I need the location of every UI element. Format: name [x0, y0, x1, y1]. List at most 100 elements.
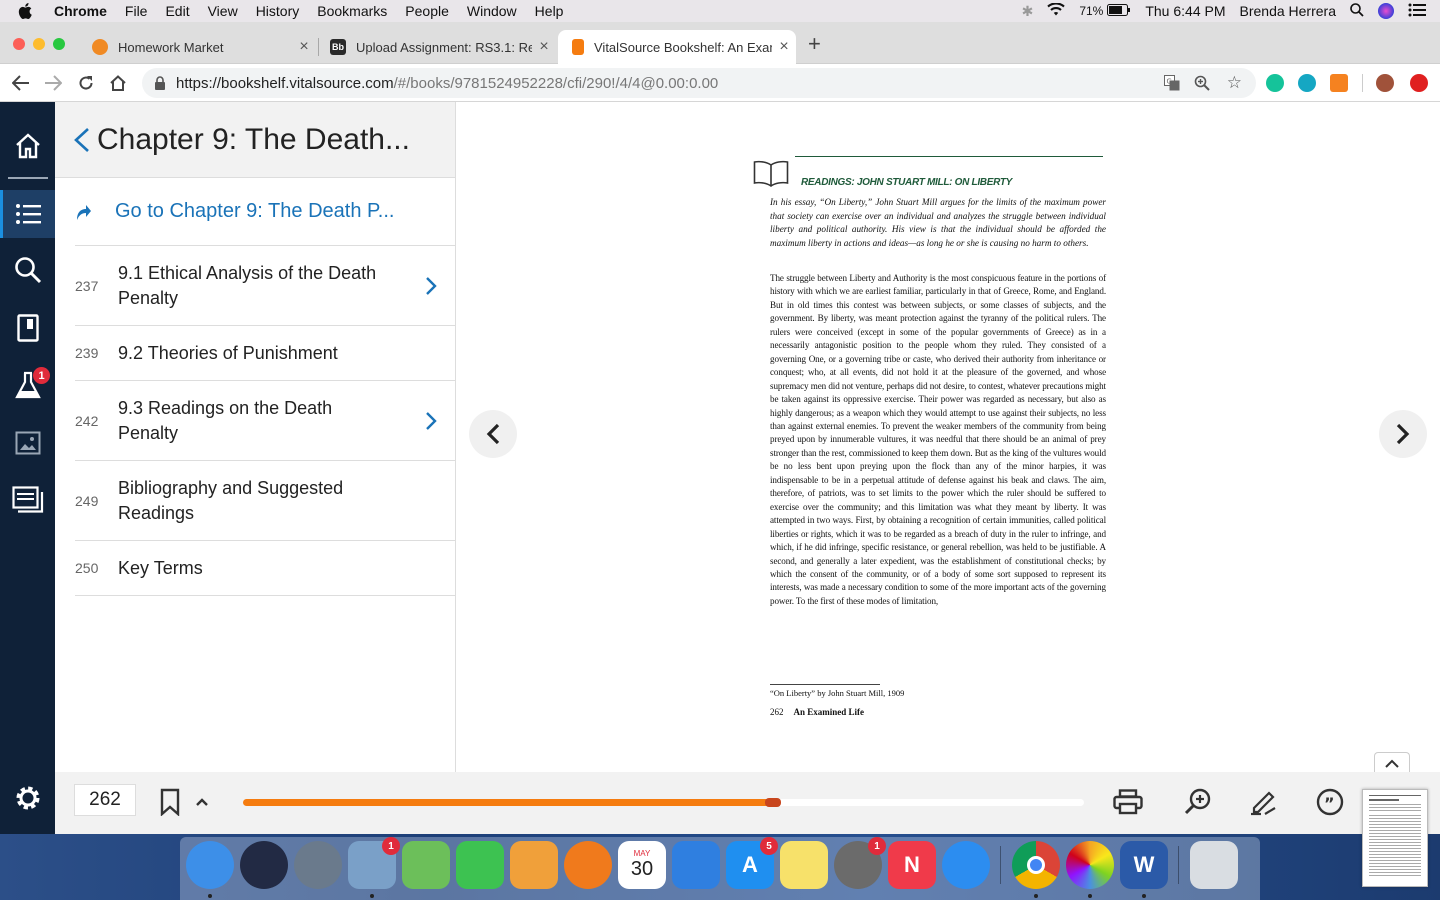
address-bar[interactable]: https://bookshelf.vitalsource.com/#/book… [142, 68, 1256, 98]
dock-news-icon[interactable]: N [888, 841, 936, 889]
dock-calendar-icon[interactable]: MAY 30 [618, 841, 666, 889]
dock-mail-stamp-icon[interactable]: 1 [348, 837, 400, 889]
update-alert-icon[interactable] [1410, 74, 1428, 92]
bookmark-icon[interactable] [159, 787, 181, 817]
dock-photos-icon[interactable] [1066, 841, 1114, 889]
calendar-day: 30 [630, 858, 654, 880]
dock-running-indicator [1142, 894, 1146, 898]
print-icon[interactable] [1113, 787, 1143, 817]
nav-flashcards[interactable] [0, 304, 55, 352]
chrome-center [1027, 856, 1045, 874]
dock-books-icon[interactable] [564, 841, 612, 889]
page-thumbnail[interactable] [1362, 789, 1428, 887]
book-page[interactable]: READINGS: JOHN STUART MILL: ON LIBERTY I… [753, 154, 1107, 774]
new-tab-plus-icon[interactable]: + [808, 30, 821, 58]
grammarly-extension-icon[interactable] [1266, 74, 1284, 92]
dock-facetime-icon[interactable] [456, 841, 504, 889]
menu-window[interactable]: Window [467, 3, 517, 19]
toc-row[interactable]: 239 9.2 Theories of Punishment [75, 326, 455, 381]
dock-chrome-icon[interactable] [1012, 841, 1060, 889]
dock-keynote-icon[interactable] [672, 841, 720, 889]
tab-homework-market[interactable]: Homework Market × [80, 30, 316, 64]
bookmark-star-icon[interactable]: ☆ [1227, 73, 1242, 93]
chevron-left-icon[interactable] [73, 127, 91, 153]
dock-safari-icon[interactable] [942, 841, 990, 889]
tab-close-icon[interactable]: × [772, 38, 796, 56]
spotlight-search-icon[interactable] [1350, 2, 1364, 20]
window-close-button[interactable] [13, 38, 25, 50]
nav-home[interactable] [0, 122, 55, 170]
nav-settings[interactable] [0, 774, 55, 822]
reading-body-text: The struggle between Liberty and Authori… [770, 273, 1106, 606]
tab-close-icon[interactable]: × [532, 38, 556, 56]
zoom-in-icon[interactable] [1183, 787, 1213, 817]
tab-upload-assignment[interactable]: Bb Upload Assignment: RS3.1: Rea × [318, 30, 556, 64]
nav-search[interactable] [0, 246, 55, 294]
toc-row[interactable]: 250 Key Terms [75, 541, 455, 596]
notification-center-icon[interactable] [1408, 3, 1426, 20]
menu-file[interactable]: File [125, 3, 148, 19]
toc-list-icon [16, 204, 41, 224]
menu-help[interactable]: Help [535, 3, 564, 19]
nav-notes[interactable] [0, 476, 55, 524]
wifi-icon[interactable] [1047, 2, 1066, 19]
nav-divider [8, 177, 48, 179]
menu-bookmarks[interactable]: Bookmarks [317, 3, 387, 19]
clock[interactable]: Thu 6:44 PM [1145, 3, 1225, 19]
menu-people[interactable]: People [405, 3, 449, 19]
dock-finder-icon[interactable] [186, 841, 234, 889]
chevron-right-icon[interactable] [425, 276, 437, 296]
siri-icon[interactable] [1378, 3, 1394, 19]
dock-notes-icon[interactable] [780, 841, 828, 889]
chevron-up-icon[interactable] [191, 787, 213, 817]
profile-avatar[interactable] [1376, 74, 1394, 92]
menu-app-name[interactable]: Chrome [54, 3, 107, 19]
back-arrow-icon[interactable] [8, 70, 34, 96]
dock-siri-icon[interactable] [240, 841, 288, 889]
progress-handle[interactable] [764, 798, 781, 807]
previous-page-button[interactable] [469, 410, 517, 458]
grammarly-green-extension-icon[interactable] [1298, 74, 1316, 92]
battery-icon[interactable] [1107, 3, 1131, 19]
menu-edit[interactable]: Edit [165, 3, 189, 19]
chevron-right-icon[interactable] [425, 411, 437, 431]
window-maximize-button[interactable] [53, 38, 65, 50]
dock-maps-icon[interactable] [402, 841, 450, 889]
toolbar-divider [1362, 74, 1363, 92]
dock-word-icon[interactable]: W [1120, 841, 1168, 889]
translate-icon[interactable]: G [1164, 75, 1180, 95]
dock-pages-doc-icon[interactable] [510, 841, 558, 889]
toc-row[interactable]: 249 Bibliography and Suggested Readings [75, 461, 455, 541]
tab-close-icon[interactable]: × [292, 38, 316, 56]
menu-history[interactable]: History [256, 3, 300, 19]
nav-lab[interactable]: 1 [0, 361, 55, 409]
reading-progress-slider[interactable] [243, 798, 1084, 807]
zoom-icon[interactable] [1194, 75, 1210, 95]
dock-launchpad-icon[interactable] [294, 841, 342, 889]
honey-extension-icon[interactable] [1330, 74, 1348, 92]
forward-arrow-icon[interactable] [40, 70, 66, 96]
reload-icon[interactable] [73, 70, 99, 96]
dock-trash-icon[interactable] [1190, 841, 1238, 889]
apple-menu-icon[interactable] [18, 3, 36, 19]
highlighter-icon[interactable] [1248, 787, 1278, 817]
tab-vitalsource-active[interactable]: VitalSource Bookshelf: An Exam × [558, 30, 796, 64]
citation-quote-icon[interactable]: ” [1315, 787, 1345, 817]
home-icon[interactable] [105, 70, 131, 96]
dock-system-preferences-icon[interactable]: 1 [834, 837, 886, 889]
page-number-input[interactable]: 262 [74, 784, 136, 816]
nav-figures[interactable] [0, 419, 55, 467]
window-minimize-button[interactable] [33, 38, 45, 50]
toc-row[interactable]: 242 9.3 Readings on the Death Penalty [75, 381, 455, 461]
dock-app-store-icon[interactable]: A5 [726, 837, 778, 889]
nav-table-of-contents[interactable] [0, 190, 55, 238]
go-to-chapter-link[interactable]: Go to Chapter 9: The Death P... [75, 178, 455, 246]
menu-view[interactable]: View [208, 3, 238, 19]
expand-thumbnails-button[interactable] [1374, 752, 1410, 774]
next-page-button[interactable] [1379, 410, 1427, 458]
printed-page-number: 262 [770, 707, 784, 717]
toc-row[interactable]: 237 9.1 Ethical Analysis of the Death Pe… [75, 246, 455, 326]
toc-page-number: 237 [75, 277, 99, 294]
bluetooth-icon[interactable]: ✱ [1022, 3, 1034, 20]
user-name[interactable]: Brenda Herrera [1240, 3, 1337, 19]
